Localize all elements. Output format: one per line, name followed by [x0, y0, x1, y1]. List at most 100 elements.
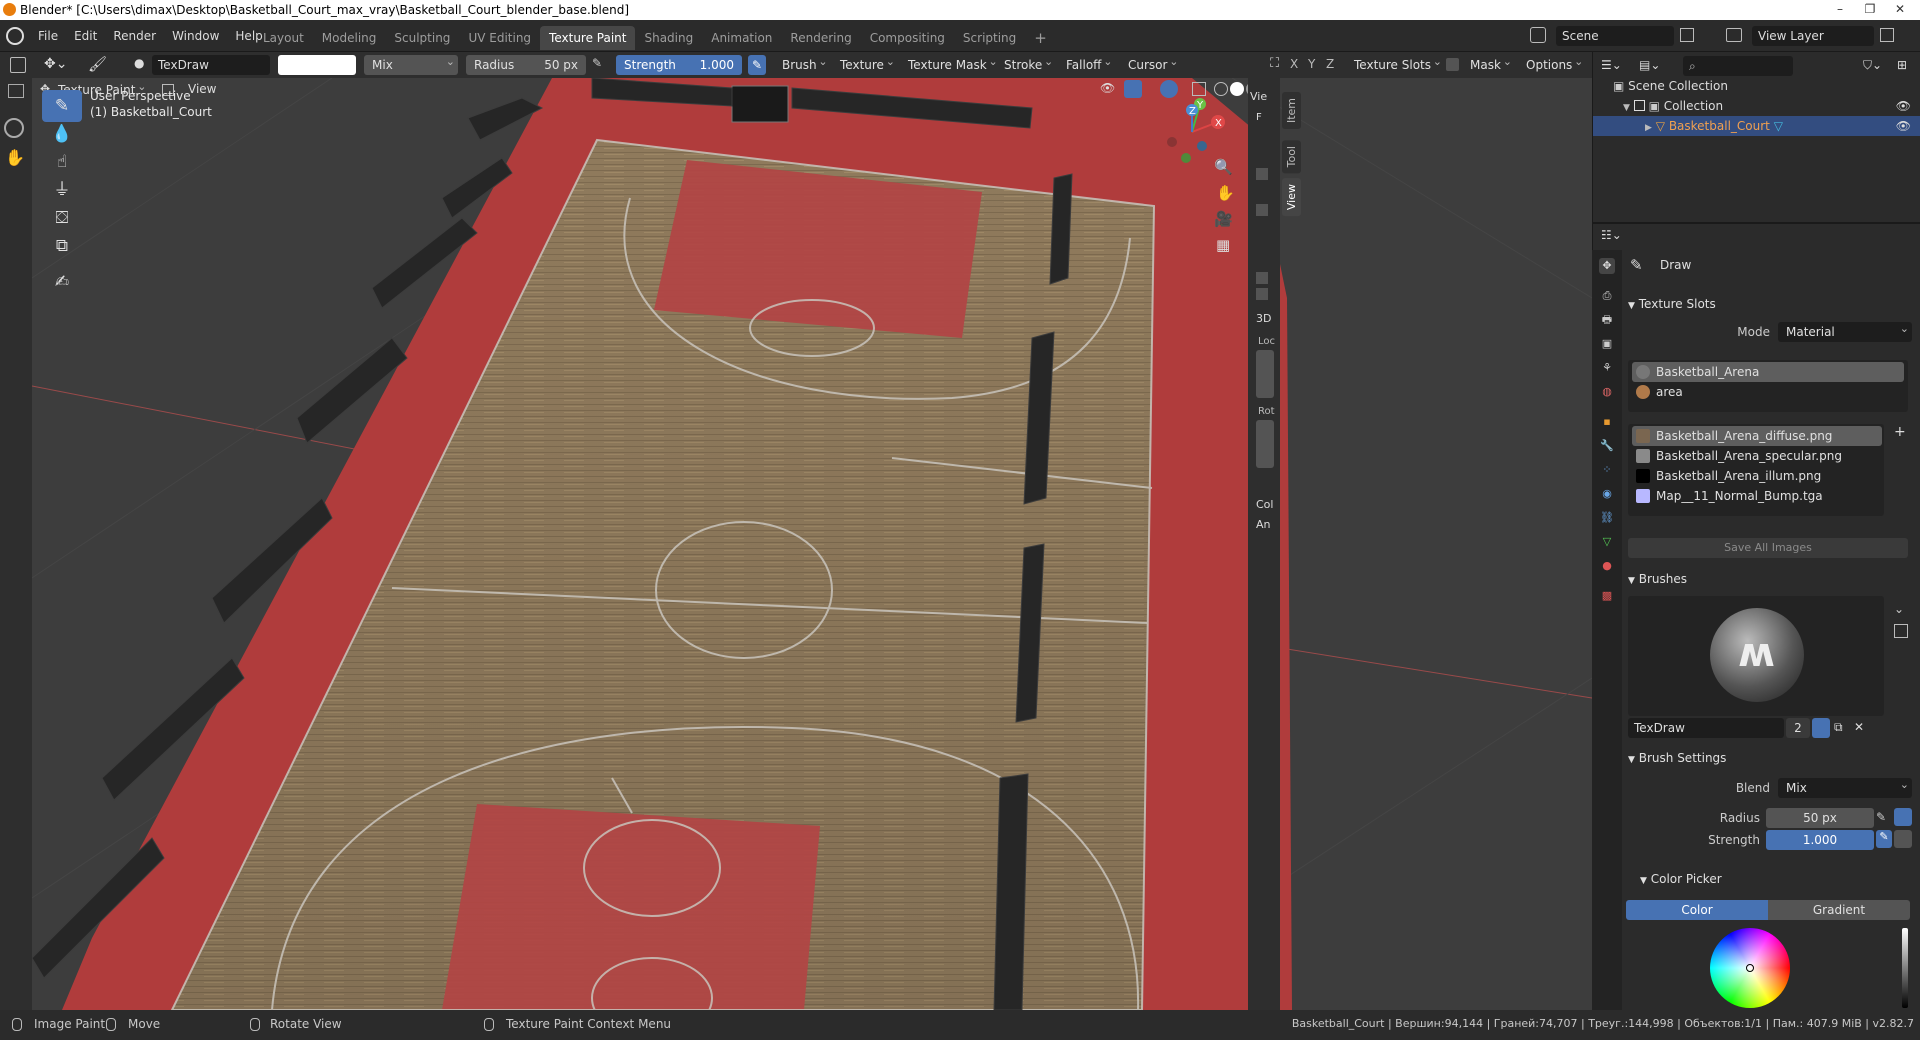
solid-shading-icon[interactable]	[1230, 82, 1244, 96]
scene-icon[interactable]	[1530, 27, 1546, 43]
image-slot-illum[interactable]: Basketball_Arena_illum.png	[1632, 466, 1882, 486]
texture-tab-icon[interactable]: ▩	[1599, 588, 1615, 604]
tab-animation[interactable]: Animation	[702, 26, 781, 50]
pan-hand-icon[interactable]: ✋	[5, 148, 25, 167]
outliner-editor-icon[interactable]: ☰⌄	[1601, 58, 1622, 72]
view-menu[interactable]: View	[188, 82, 216, 96]
zoom-circle-icon[interactable]	[4, 118, 24, 138]
sidebar-collection-label[interactable]: Col	[1256, 498, 1273, 511]
options-menu[interactable]: Options	[1518, 52, 1586, 75]
new-scene-icon[interactable]	[1680, 28, 1694, 42]
texture-slots-panel-header[interactable]: ▼ Texture Slots	[1628, 293, 1916, 315]
axis-z-toggle[interactable]: Z	[1326, 57, 1334, 71]
brush-name-field[interactable]: TexDraw	[152, 55, 270, 75]
sidebar-checkbox-2[interactable]	[1256, 204, 1268, 216]
menu-file[interactable]: File	[30, 20, 66, 52]
close-button[interactable]: ✕	[1886, 0, 1914, 18]
radius-settings-slider[interactable]: 50 px	[1766, 808, 1874, 828]
symmetry-icon[interactable]: ⛶	[1270, 56, 1279, 71]
radius-unit-toggle-icon[interactable]	[1894, 808, 1912, 826]
radius-pressure-toggle-icon[interactable]: ✎	[1876, 810, 1886, 824]
gizmo-toggle-icon[interactable]	[1124, 80, 1142, 98]
material-list[interactable]: Basketball_Arena area	[1628, 360, 1908, 412]
color-tab[interactable]: Color	[1626, 900, 1768, 920]
scene-tab-icon[interactable]: ⚘	[1599, 360, 1615, 376]
ortho-grid-icon[interactable]: ▦	[1216, 236, 1230, 254]
unlink-brush-icon[interactable]: ✕	[1854, 720, 1864, 734]
tab-uv-editing[interactable]: UV Editing	[459, 26, 540, 50]
tab-layout[interactable]: Layout	[254, 26, 313, 50]
render-tab-icon[interactable]: ⎙	[1599, 288, 1615, 304]
image-slot-specular[interactable]: Basketball_Arena_specular.png	[1632, 446, 1882, 466]
sidebar-tab-view[interactable]: View	[1282, 178, 1301, 217]
tool-tab-icon[interactable]: ✥	[1599, 258, 1615, 274]
texture-menu[interactable]: Texture	[832, 52, 898, 75]
tab-sculpting[interactable]: Sculpting	[385, 26, 459, 50]
brush-datablock-name[interactable]: TexDraw	[1628, 718, 1784, 738]
duplicate-brush-icon[interactable]: ⧉	[1834, 720, 1843, 735]
3d-viewport[interactable]: ✥ Texture Paint View 👁 User Perspective …	[32, 78, 1592, 1010]
brush-browser-icon[interactable]	[1894, 624, 1908, 638]
properties-editor-icon[interactable]: ☷⌄	[1601, 228, 1622, 242]
new-view-layer-icon[interactable]	[1880, 28, 1894, 42]
brush-users-count[interactable]: 2	[1786, 718, 1810, 738]
blend-mode-dropdown[interactable]: Mix	[364, 52, 458, 75]
add-workspace-button[interactable]: +	[1025, 26, 1056, 50]
save-all-images-button[interactable]: Save All Images	[1628, 538, 1908, 558]
tab-modeling[interactable]: Modeling	[313, 26, 386, 50]
brush-settings-panel-header[interactable]: ▼ Brush Settings	[1628, 747, 1916, 769]
axis-x-toggle[interactable]: X	[1290, 57, 1298, 71]
color-wheel-cursor[interactable]	[1746, 964, 1754, 972]
output-tab-icon[interactable]: 🖶	[1599, 312, 1615, 328]
axis-y-toggle[interactable]: Y	[1308, 57, 1315, 71]
editor-toggle-icon[interactable]	[8, 84, 24, 98]
image-slot-diffuse[interactable]: Basketball_Arena_diffuse.png	[1632, 426, 1882, 446]
particles-tab-icon[interactable]: ⁘	[1599, 462, 1615, 478]
stroke-menu[interactable]: Stroke	[996, 52, 1056, 75]
visibility-icon[interactable]: 👁	[1100, 81, 1115, 95]
object-tab-icon[interactable]: ▪	[1599, 414, 1615, 430]
maximize-button[interactable]: ❐	[1856, 0, 1884, 18]
object-visibility-eye-icon[interactable]: 👁	[1896, 116, 1911, 136]
material-slot-area[interactable]: area	[1632, 382, 1904, 402]
material-slot-basketball-arena[interactable]: Basketball_Arena	[1632, 362, 1904, 382]
mode-dropdown-icon[interactable]: ✥⌄	[44, 56, 67, 72]
filter-icon[interactable]: ⛉⌄	[1863, 58, 1882, 73]
menu-render[interactable]: Render	[105, 20, 164, 52]
strength-pressure-icon[interactable]: ✎	[748, 55, 766, 75]
brush-color-swatch[interactable]	[278, 55, 356, 75]
tab-rendering[interactable]: Rendering	[781, 26, 860, 50]
brush-icon[interactable]: 🖌	[88, 55, 107, 73]
tab-shading[interactable]: Shading	[635, 26, 702, 50]
falloff-menu[interactable]: Falloff	[1058, 52, 1115, 75]
sidebar-3d-cursor-label[interactable]: 3D	[1256, 312, 1271, 325]
sidebar-rotation-field[interactable]	[1256, 420, 1274, 468]
fake-user-shield-icon[interactable]	[1812, 718, 1830, 738]
mesh-data-tab-icon[interactable]: ▽	[1599, 534, 1615, 550]
view-layer-tab-icon[interactable]: ▣	[1599, 336, 1615, 352]
radius-pressure-icon[interactable]: ✎	[592, 56, 602, 70]
mask-checkbox[interactable]	[1446, 58, 1459, 71]
collection-visibility-eye-icon[interactable]: 👁	[1896, 96, 1911, 116]
sidebar-checkbox-3[interactable]	[1256, 272, 1268, 284]
outliner-search-input[interactable]: ⌕	[1683, 56, 1793, 76]
strength-settings-slider[interactable]: 1.000	[1766, 830, 1874, 850]
blend-dropdown[interactable]: Mix	[1778, 775, 1912, 798]
sidebar-location-field[interactable]	[1256, 350, 1274, 398]
scene-selector[interactable]: Scene	[1556, 26, 1674, 46]
court-scene[interactable]	[32, 78, 1592, 1010]
image-slot-normal[interactable]: Map__11_Normal_Bump.tga	[1632, 486, 1882, 506]
new-collection-icon[interactable]: ⊞	[1897, 58, 1907, 72]
view-layer-selector[interactable]: View Layer	[1752, 26, 1874, 46]
mask-tool-button[interactable]: ⧉	[42, 230, 82, 262]
sidebar-annotations-label[interactable]: An	[1256, 518, 1271, 531]
editor-type-icon[interactable]	[10, 57, 26, 73]
outliner-object-row[interactable]: ▶ ▽ Basketball_Court ▽ 👁	[1593, 116, 1920, 136]
camera-icon[interactable]: 🎥	[1214, 210, 1233, 228]
color-picker-panel-header[interactable]: ▼ Color Picker	[1640, 868, 1920, 890]
brush-preview[interactable]: ʍ	[1628, 596, 1884, 716]
material-tab-icon[interactable]: ●	[1599, 558, 1615, 574]
color-wheel[interactable]	[1710, 928, 1790, 1008]
tab-scripting[interactable]: Scripting	[954, 26, 1025, 50]
strength-slider[interactable]: Strength 1.000	[616, 55, 742, 75]
